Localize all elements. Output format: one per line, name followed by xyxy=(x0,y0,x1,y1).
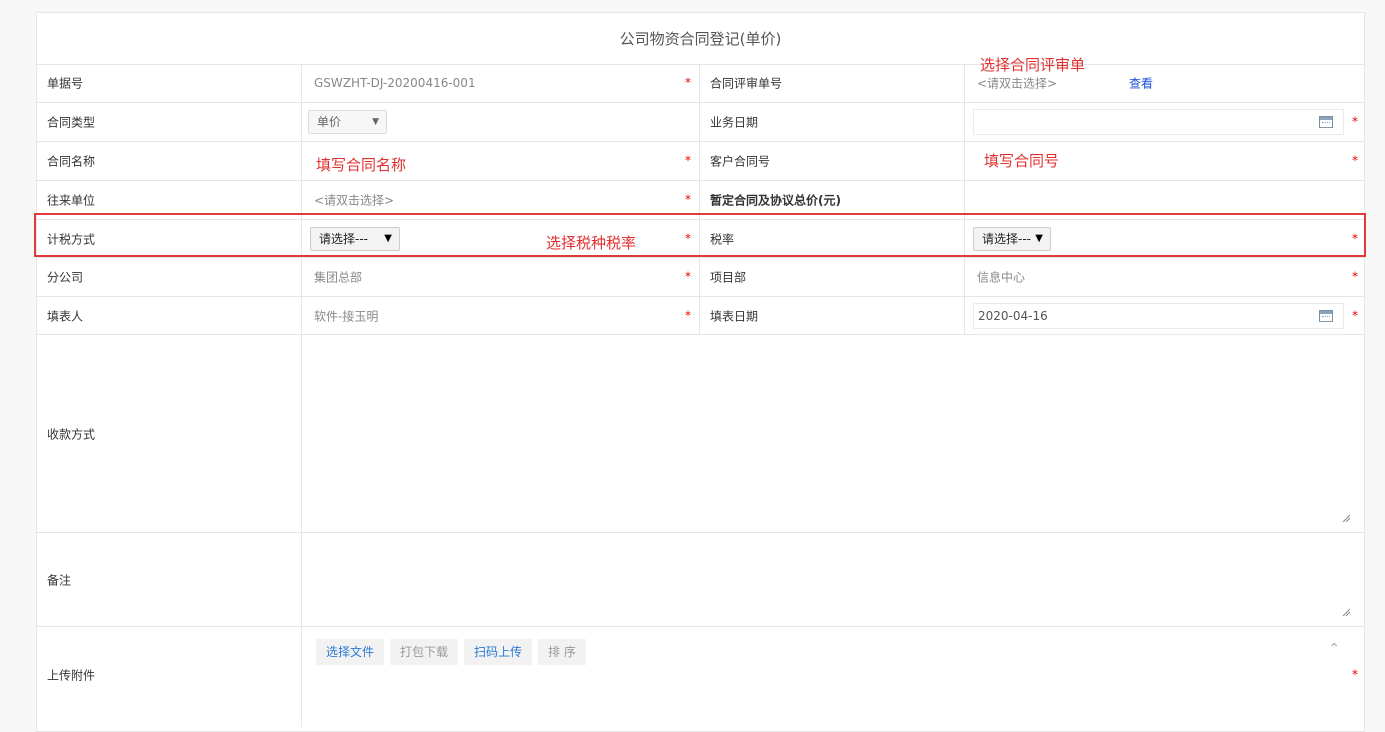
fill-date-value: 2020-04-16 xyxy=(978,308,1048,323)
doc-no-label: 单据号 xyxy=(47,76,84,91)
provisional-total-label: 暂定合同及协议总价(元) xyxy=(710,193,841,208)
row-tax: 计税方式 请选择--- ▼ * 税率 请选择--- ▼ * xyxy=(37,220,1364,258)
resize-handle-icon[interactable] xyxy=(1342,514,1350,522)
tax-method-label: 计税方式 xyxy=(47,232,96,246)
collapse-caret-icon[interactable]: ⌃ xyxy=(1328,641,1340,657)
annotation-fill-name: 填写合同名称 xyxy=(316,156,407,174)
counterparty-input[interactable]: <请双击选择> xyxy=(314,192,394,209)
row-branch: 分公司 集团总部 * 项目部 信息中心 * xyxy=(37,258,1364,297)
required-mark: * xyxy=(685,307,691,322)
doc-no-value: GSWZHT-DJ-20200416-001 xyxy=(314,76,476,90)
choose-file-button[interactable]: 选择文件 xyxy=(316,639,385,665)
view-review-link[interactable]: 查看 xyxy=(1129,75,1153,92)
annotation-fill-customer-no: 填写合同号 xyxy=(984,152,1060,170)
tax-rate-label: 税率 xyxy=(710,232,735,246)
review-no-label: 合同评审单号 xyxy=(710,76,783,91)
remarks-textarea[interactable] xyxy=(301,533,1366,626)
branch-value: 集团总部 xyxy=(314,270,363,285)
biz-date-input[interactable] xyxy=(973,109,1344,135)
tax-method-value: 请选择--- xyxy=(319,231,368,246)
required-mark: * xyxy=(1352,307,1358,322)
dropdown-arrow-icon: ▼ xyxy=(372,117,379,127)
scan-upload-button[interactable]: 扫码上传 xyxy=(464,639,533,665)
attachment-toolbar: 选择文件 打包下载 扫码上传 排 序 xyxy=(316,639,592,665)
required-mark: * xyxy=(1352,667,1358,682)
resize-handle-icon[interactable] xyxy=(1342,608,1350,616)
required-mark: * xyxy=(1352,114,1358,129)
filler-label: 填表人 xyxy=(47,309,84,323)
branch-label: 分公司 xyxy=(47,270,84,285)
form-title: 公司物资合同登记(单价) xyxy=(37,13,1364,65)
required-mark: * xyxy=(1352,269,1358,284)
biz-date-label: 业务日期 xyxy=(710,115,759,130)
remarks-label: 备注 xyxy=(47,573,72,587)
row-contract-type: 合同类型 单价 ▼ 业务日期 * xyxy=(37,103,1364,142)
required-mark: * xyxy=(685,75,691,90)
project-dept-label: 项目部 xyxy=(710,270,747,285)
filler-value: 软件-接玉明 xyxy=(314,309,379,323)
fill-date-label: 填表日期 xyxy=(710,309,759,323)
annotation-select-tax: 选择税种税率 xyxy=(546,234,637,252)
row-remarks: 备注 xyxy=(37,533,1364,627)
required-mark: * xyxy=(1352,230,1358,245)
dropdown-arrow-icon: ▼ xyxy=(1035,232,1043,244)
row-counterparty: 往来单位 <请双击选择> * 暂定合同及协议总价(元) xyxy=(37,181,1364,220)
tax-method-select[interactable]: 请选择--- ▼ xyxy=(310,226,400,251)
counterparty-label: 往来单位 xyxy=(47,193,96,208)
provisional-total-value xyxy=(964,181,1366,219)
row-attachments: 上传附件 选择文件 打包下载 扫码上传 排 序 ⌃ * xyxy=(37,627,1364,727)
contract-name-label: 合同名称 xyxy=(47,154,96,169)
required-mark: * xyxy=(685,153,691,168)
contract-type-value: 单价 xyxy=(317,115,342,129)
annotation-select-review: 选择合同评审单 xyxy=(980,56,1086,74)
dropdown-arrow-icon: ▼ xyxy=(384,232,392,244)
contract-type-label: 合同类型 xyxy=(47,115,96,130)
pack-download-button[interactable]: 打包下载 xyxy=(390,639,459,665)
row-contract-name: 合同名称 * 客户合同号 * xyxy=(37,142,1364,181)
required-mark: * xyxy=(685,192,691,207)
tax-rate-select[interactable]: 请选择--- ▼ xyxy=(973,226,1051,251)
required-mark: * xyxy=(685,230,691,245)
required-mark: * xyxy=(1352,153,1358,168)
row-doc-no: 单据号 GSWZHT-DJ-20200416-001 * 合同评审单号 <请双击… xyxy=(37,64,1364,103)
customer-contract-no-label: 客户合同号 xyxy=(710,154,771,169)
project-dept-value: 信息中心 xyxy=(977,270,1026,285)
attachments-label: 上传附件 xyxy=(47,668,96,683)
contract-form: 公司物资合同登记(单价) 单据号 GSWZHT-DJ-20200416-001 … xyxy=(36,12,1365,732)
row-filler: 填表人 软件-接玉明 * 填表日期 2020-04-16 * xyxy=(37,297,1364,335)
review-no-input[interactable]: <请双击选择> xyxy=(977,75,1057,92)
calendar-icon[interactable] xyxy=(1319,309,1333,322)
calendar-icon[interactable] xyxy=(1319,116,1333,128)
fill-date-input[interactable]: 2020-04-16 xyxy=(973,302,1344,329)
payment-method-textarea[interactable] xyxy=(301,335,1366,532)
row-payment-method: 收款方式 xyxy=(37,335,1364,533)
sort-button[interactable]: 排 序 xyxy=(538,639,586,665)
required-mark: * xyxy=(685,269,691,284)
tax-rate-value: 请选择--- xyxy=(982,231,1031,246)
payment-method-label: 收款方式 xyxy=(47,427,96,441)
contract-type-select[interactable]: 单价 ▼ xyxy=(308,110,387,134)
